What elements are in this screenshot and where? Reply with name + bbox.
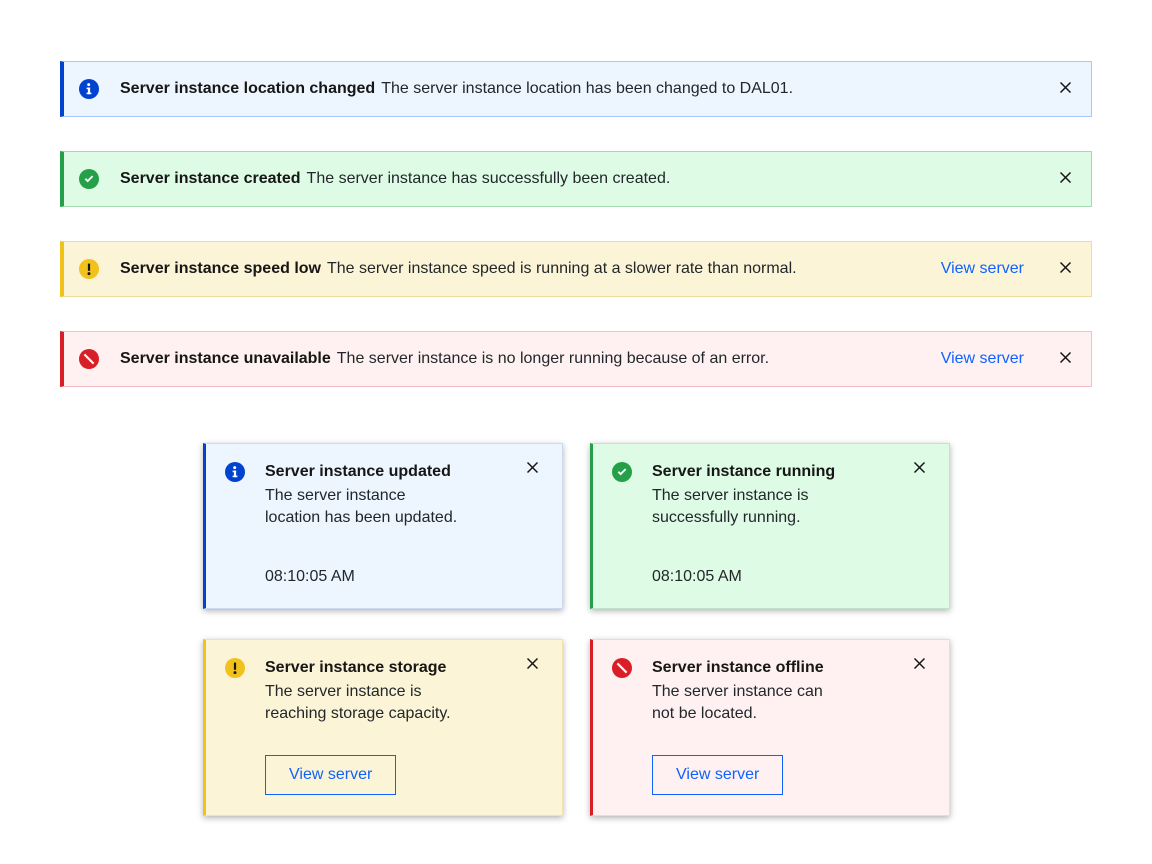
error-icon	[79, 349, 99, 369]
toast-message: The server instance location has been up…	[265, 485, 515, 529]
close-button[interactable]	[909, 655, 929, 675]
close-button[interactable]	[522, 655, 542, 675]
close-icon	[912, 656, 927, 674]
notification-title: Server instance created	[120, 170, 301, 188]
info-icon	[225, 462, 245, 482]
warning-icon	[79, 259, 99, 279]
toast-header: Server instance updated	[225, 461, 546, 483]
notifications-page: Server instance location changed The ser…	[0, 0, 1152, 864]
notification-message: The server instance is no longer running…	[337, 350, 769, 368]
toast-title: Server instance updated	[265, 461, 451, 483]
checkmark-icon	[612, 462, 632, 482]
close-icon	[1058, 350, 1073, 368]
notification-title: Server instance speed low	[120, 260, 321, 278]
inline-notification-success: Server instance created The server insta…	[60, 151, 1092, 207]
toast-title: Server instance storage	[265, 657, 446, 679]
error-icon	[612, 658, 632, 678]
close-icon	[1058, 80, 1073, 98]
view-server-button[interactable]: View server	[652, 755, 783, 795]
close-button[interactable]	[1055, 259, 1075, 279]
toast-notification-success: Server instance running The server insta…	[590, 443, 950, 609]
close-icon	[1058, 260, 1073, 278]
close-button[interactable]	[909, 459, 929, 479]
close-button[interactable]	[1055, 79, 1075, 99]
close-button[interactable]	[522, 459, 542, 479]
inline-notification-warning: Server instance speed low The server ins…	[60, 241, 1092, 297]
notification-message: The server instance location has been ch…	[381, 80, 793, 98]
warning-icon	[225, 658, 245, 678]
notification-title: Server instance location changed	[120, 80, 375, 98]
close-icon	[912, 460, 927, 478]
toast-notification-warning: Server instance storage The server insta…	[203, 639, 563, 816]
info-icon	[79, 79, 99, 99]
view-server-link[interactable]: View server	[941, 260, 1024, 278]
toast-timestamp: 08:10:05 AM	[265, 566, 546, 588]
checkmark-icon	[79, 169, 99, 189]
view-server-button[interactable]: View server	[265, 755, 396, 795]
close-button[interactable]	[1055, 169, 1075, 189]
toast-message: The server instance is reaching storage …	[265, 681, 515, 725]
toast-header: Server instance running	[612, 461, 933, 483]
toast-title: Server instance offline	[652, 657, 824, 679]
close-icon	[1058, 170, 1073, 188]
toast-message: The server instance can not be located.	[652, 681, 902, 725]
toast-notification-info: Server instance updated The server insta…	[203, 443, 563, 609]
toast-timestamp: 08:10:05 AM	[652, 566, 933, 588]
inline-notification-error: Server instance unavailable The server i…	[60, 331, 1092, 387]
toast-message: The server instance is successfully runn…	[652, 485, 902, 529]
toast-header: Server instance offline	[612, 657, 933, 679]
inline-notification-info: Server instance location changed The ser…	[60, 61, 1092, 117]
close-icon	[525, 460, 540, 478]
inline-notification-list: Server instance location changed The ser…	[0, 0, 1152, 387]
toast-header: Server instance storage	[225, 657, 546, 679]
toast-notification-grid: Server instance updated The server insta…	[203, 443, 950, 816]
toast-title: Server instance running	[652, 461, 835, 483]
close-button[interactable]	[1055, 349, 1075, 369]
close-icon	[525, 656, 540, 674]
notification-message: The server instance has successfully bee…	[307, 170, 671, 188]
view-server-link[interactable]: View server	[941, 350, 1024, 368]
notification-message: The server instance speed is running at …	[327, 260, 797, 278]
toast-notification-error: Server instance offline The server insta…	[590, 639, 950, 816]
notification-title: Server instance unavailable	[120, 350, 331, 368]
